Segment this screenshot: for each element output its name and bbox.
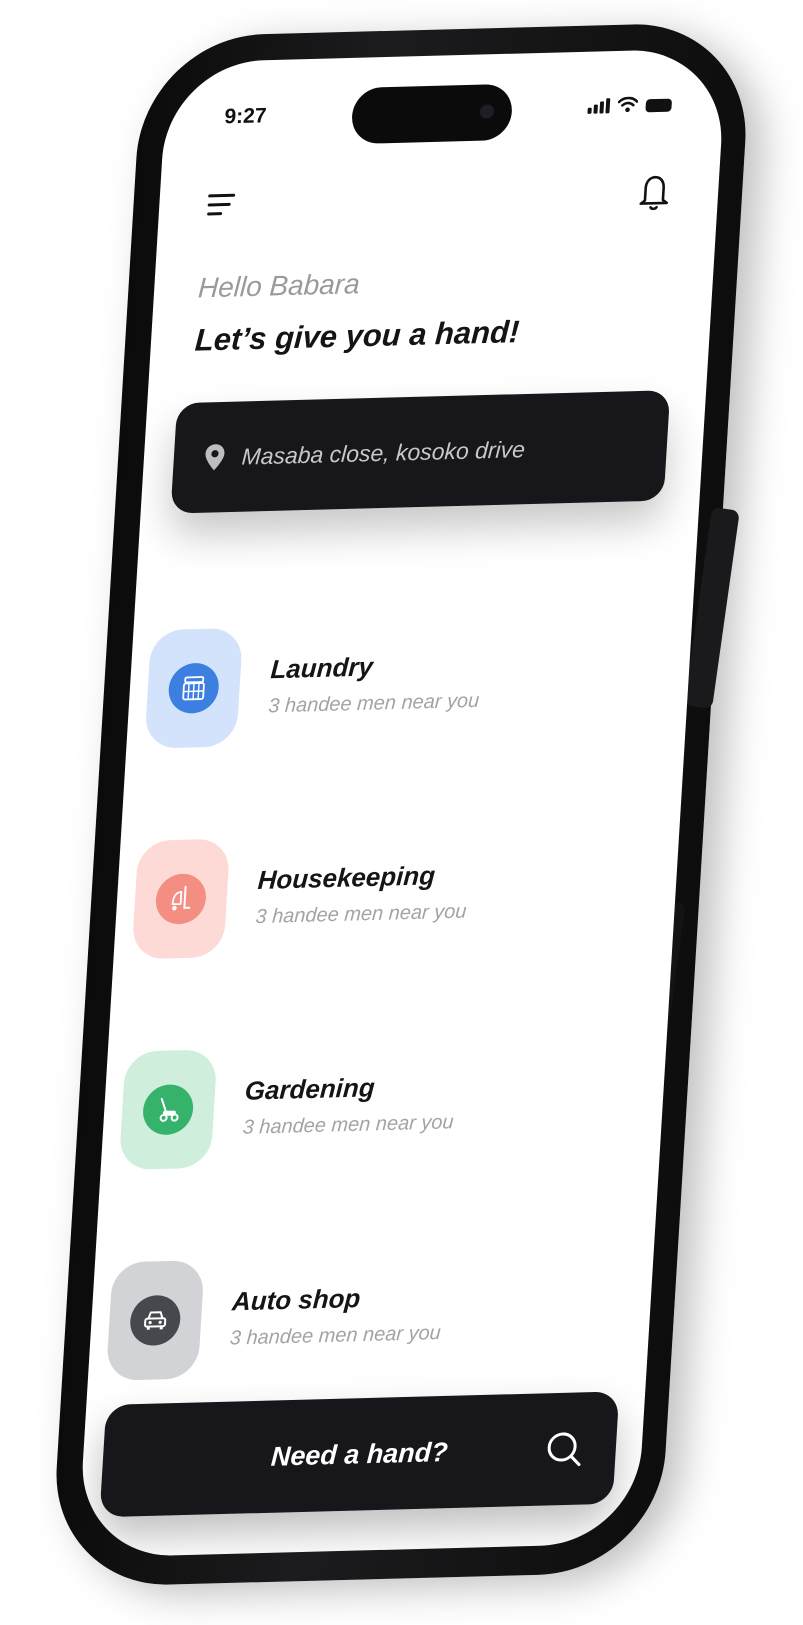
- bell-icon[interactable]: [633, 170, 675, 213]
- service-tile: [144, 627, 244, 749]
- service-name: Housekeeping: [256, 860, 437, 895]
- service-subtitle: 3 handee men near you: [242, 1111, 455, 1139]
- service-name: Laundry: [269, 651, 374, 685]
- vacuum-cleaner-icon: [171, 885, 191, 911]
- service-info: Laundry 3 handee men near you: [268, 649, 483, 719]
- service-subtitle: 3 handee men near you: [254, 900, 468, 929]
- service-subtitle: 3 handee men near you: [267, 689, 480, 718]
- service-icon-circle: [141, 1083, 195, 1136]
- location-selector[interactable]: Masaba close, kosoko drive: [170, 390, 671, 514]
- car-icon: [144, 1311, 167, 1330]
- menu-icon[interactable]: [202, 187, 244, 224]
- cellular-signal-icon: [587, 98, 611, 114]
- service-name: Gardening: [244, 1072, 376, 1106]
- cta-label: Need a hand?: [270, 1436, 449, 1472]
- wifi-icon: [617, 96, 639, 113]
- search-icon[interactable]: [541, 1426, 588, 1471]
- service-tile: [105, 1260, 205, 1381]
- location-address: Masaba close, kosoko drive: [240, 435, 526, 470]
- camera-lens: [479, 104, 495, 119]
- service-info: Auto shop 3 handee men near you: [229, 1281, 444, 1351]
- service-icon-circle: [128, 1294, 182, 1347]
- location-pin-icon: [205, 444, 225, 471]
- service-info: Housekeeping 3 handee men near you: [255, 859, 470, 929]
- battery-icon: [645, 98, 673, 113]
- greeting-text: Hello Babara: [197, 268, 361, 304]
- top-bar: [202, 170, 676, 233]
- service-housekeeping[interactable]: Housekeeping 3 handee men near you: [129, 781, 663, 1005]
- service-tile: [118, 1049, 218, 1171]
- service-name: Auto shop: [231, 1282, 362, 1317]
- status-time: 9:27: [223, 104, 268, 129]
- page-headline: Let’s give you a hand!: [193, 313, 521, 358]
- status-icons: [587, 96, 673, 114]
- laundry-basket-icon: [182, 676, 205, 701]
- service-info: Gardening 3 handee men near you: [242, 1070, 457, 1140]
- lawn-mower-icon: [159, 1097, 179, 1122]
- need-a-hand-button[interactable]: Need a hand?: [99, 1391, 620, 1518]
- service-gardening[interactable]: Gardening 3 handee men near you: [116, 992, 650, 1216]
- service-icon-circle: [154, 873, 208, 925]
- services-list: Laundry 3 handee men near you Housekeepi…: [103, 570, 675, 1427]
- service-subtitle: 3 handee men near you: [229, 1321, 442, 1350]
- device-stage: 9:27 Hello Babara Let’s give you a hand!…: [0, 0, 803, 1625]
- phone-screen: 9:27 Hello Babara Let’s give you a hand!…: [77, 48, 727, 1558]
- service-icon-circle: [167, 662, 221, 715]
- service-laundry[interactable]: Laundry 3 handee men near you: [141, 570, 675, 794]
- service-tile: [131, 838, 231, 960]
- dynamic-island: [350, 83, 514, 145]
